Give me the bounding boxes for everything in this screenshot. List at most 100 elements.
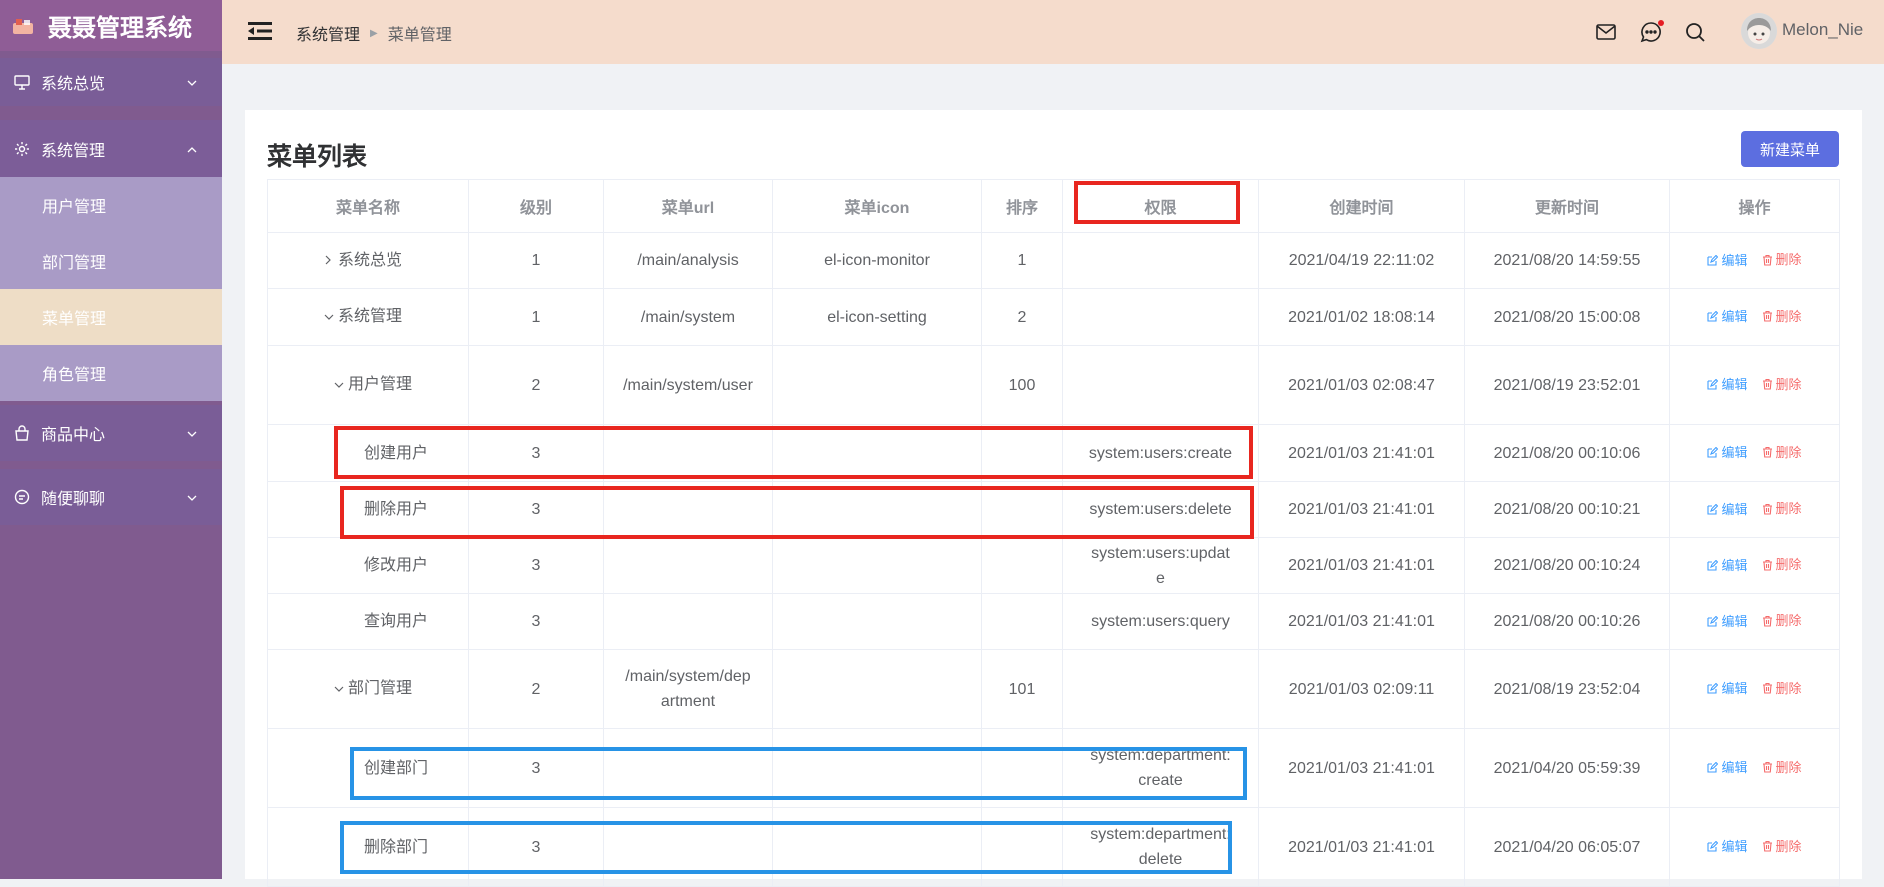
delete-button[interactable]: 删除 [1762,496,1802,521]
delete-label: 删除 [1775,376,1802,392]
page-title: 菜单列表 [267,142,368,171]
cell-permission [1062,345,1259,425]
cell-level: 3 [468,807,604,887]
cell-icon [772,807,982,887]
cell-updated-time-text: 2021/08/20 15:00:08 [1493,308,1641,326]
table-row: 系统总览 1/main/analysis el-icon-monitor 1 2021/… [267,232,1840,289]
edit-button[interactable]: 编辑 [1707,304,1748,329]
delete-icon [1762,447,1772,458]
delete-icon [1762,841,1772,852]
delete-button[interactable]: 删除 [1762,755,1802,780]
edit-button[interactable]: 编辑 [1707,248,1748,273]
delete-button[interactable]: 删除 [1762,372,1802,397]
delete-button[interactable]: 删除 [1762,608,1802,633]
edit-button[interactable]: 编辑 [1707,755,1748,780]
expand-arrow-icon[interactable] [324,249,338,274]
table-row: 系统管理 1/main/system el-icon-setting 2 2021/01… [267,288,1840,346]
cell-created-time: 2021/01/03 21:41:01 [1258,481,1465,538]
cell-updated-time: 2021/08/20 00:10:06 [1464,424,1670,482]
menu-fold-icon[interactable] [248,21,272,46]
column-header: 菜单url [603,179,773,233]
cell-menu-name: 创建用户 [267,424,469,482]
cell-url: /main/analysis [603,232,773,289]
cell-menu-name: 删除用户 [267,481,469,538]
sidebar-item-roles[interactable]: 角色管理 [0,345,222,401]
edit-button[interactable]: 编辑 [1707,372,1748,397]
logo-icon [12,17,34,35]
collapse-arrow-icon[interactable] [334,677,348,702]
edit-button[interactable]: 编辑 [1707,440,1748,465]
sidebar-item-departments[interactable]: 部门管理 [0,233,222,289]
menu-name-text: 用户管理 [348,376,413,393]
cell-url [603,424,773,482]
cell-level: 3 [468,728,604,808]
avatar[interactable] [1741,13,1777,49]
cell-url-text: /main/system/user [623,376,753,394]
column-header: 更新时间 [1464,179,1670,233]
cell-updated-time: 2021/04/20 06:05:07 [1464,807,1670,887]
delete-button[interactable]: 删除 [1762,247,1802,272]
delete-button[interactable]: 删除 [1762,304,1802,329]
cell-icon-text: el-icon-monitor [824,252,930,269]
collapse-arrow-icon[interactable] [334,373,348,398]
cell-url [603,593,773,650]
menu-name-text: 创建用户 [364,444,429,462]
delete-button[interactable]: 删除 [1762,676,1802,701]
delete-button[interactable]: 删除 [1762,440,1802,465]
delete-label: 删除 [1775,252,1802,268]
sidebar-item-users[interactable]: 用户管理 [0,177,222,233]
edit-label: 编辑 [1721,252,1748,268]
edit-label: 编辑 [1721,445,1748,461]
cell-level-text: 3 [531,557,541,574]
cell-updated-time: 2021/08/19 23:52:01 [1464,345,1670,425]
table-row: 删除用户 3 system:users:delete 2021/01/03 21:41… [267,481,1840,538]
cell-sort [981,481,1063,538]
cell-updated-time: 2021/08/20 00:10:26 [1464,593,1670,650]
sidebar-item-system[interactable]: 系统管理 [0,120,222,177]
cell-created-time-text: 2021/01/03 21:41:01 [1288,759,1435,777]
edit-button[interactable]: 编辑 [1707,553,1748,578]
breadcrumb-item[interactable]: 系统管理 [296,21,360,45]
delete-button[interactable]: 删除 [1762,552,1802,577]
edit-button[interactable]: 编辑 [1707,609,1748,634]
cell-url: /main/system/user [603,345,773,425]
search-icon[interactable] [1683,20,1707,44]
cell-created-time-text: 2021/01/03 21:41:01 [1288,838,1435,856]
collapse-arrow-icon[interactable] [324,305,338,330]
new-menu-button[interactable]: 新建菜单 [1741,131,1839,167]
delete-button[interactable]: 删除 [1762,834,1802,859]
cell-created-time: 2021/01/03 02:08:47 [1258,345,1465,425]
edit-icon [1707,559,1719,571]
sidebar-item-goods[interactable]: 商品中心 [0,405,222,461]
message-icon[interactable] [1639,20,1664,44]
cell-permission [1062,288,1259,346]
cell-level-text: 1 [531,252,541,269]
cell-permission: system:users:update [1062,537,1259,594]
cell-sort [981,807,1063,887]
cell-sort [981,728,1063,808]
sidebar-item-chat[interactable]: 随便聊聊 [0,469,222,525]
cell-permission-text: system:users:delete [1089,501,1232,518]
sidebar-item-menus[interactable]: 菜单管理 [0,289,222,345]
sidebar-item-overview[interactable]: 系统总览 [0,58,222,106]
username[interactable]: Melon_Nie [1782,20,1863,40]
edit-label: 编辑 [1721,309,1748,325]
cell-created-time-text: 2021/01/03 21:41:01 [1288,444,1435,462]
cell-created-time: 2021/01/03 21:41:01 [1258,807,1465,887]
menu-name-text: 系统管理 [338,308,403,325]
cell-updated-time-text: 2021/04/20 05:59:39 [1493,759,1641,777]
edit-button[interactable]: 编辑 [1707,834,1748,859]
cell-level: 2 [468,649,604,729]
mail-icon[interactable] [1594,20,1618,44]
cell-icon [772,593,982,650]
cell-actions: 编辑 删除 [1669,288,1840,346]
delete-label: 删除 [1775,444,1802,460]
cell-created-time: 2021/01/03 21:41:01 [1258,537,1465,594]
cell-permission-text: system:users:query [1091,613,1230,630]
delete-label: 删除 [1775,680,1802,696]
edit-icon [1707,503,1719,515]
delete-label: 删除 [1775,759,1802,775]
edit-button[interactable]: 编辑 [1707,676,1748,701]
cell-created-time-text: 2021/01/03 02:08:47 [1288,376,1435,394]
edit-button[interactable]: 编辑 [1707,497,1748,522]
